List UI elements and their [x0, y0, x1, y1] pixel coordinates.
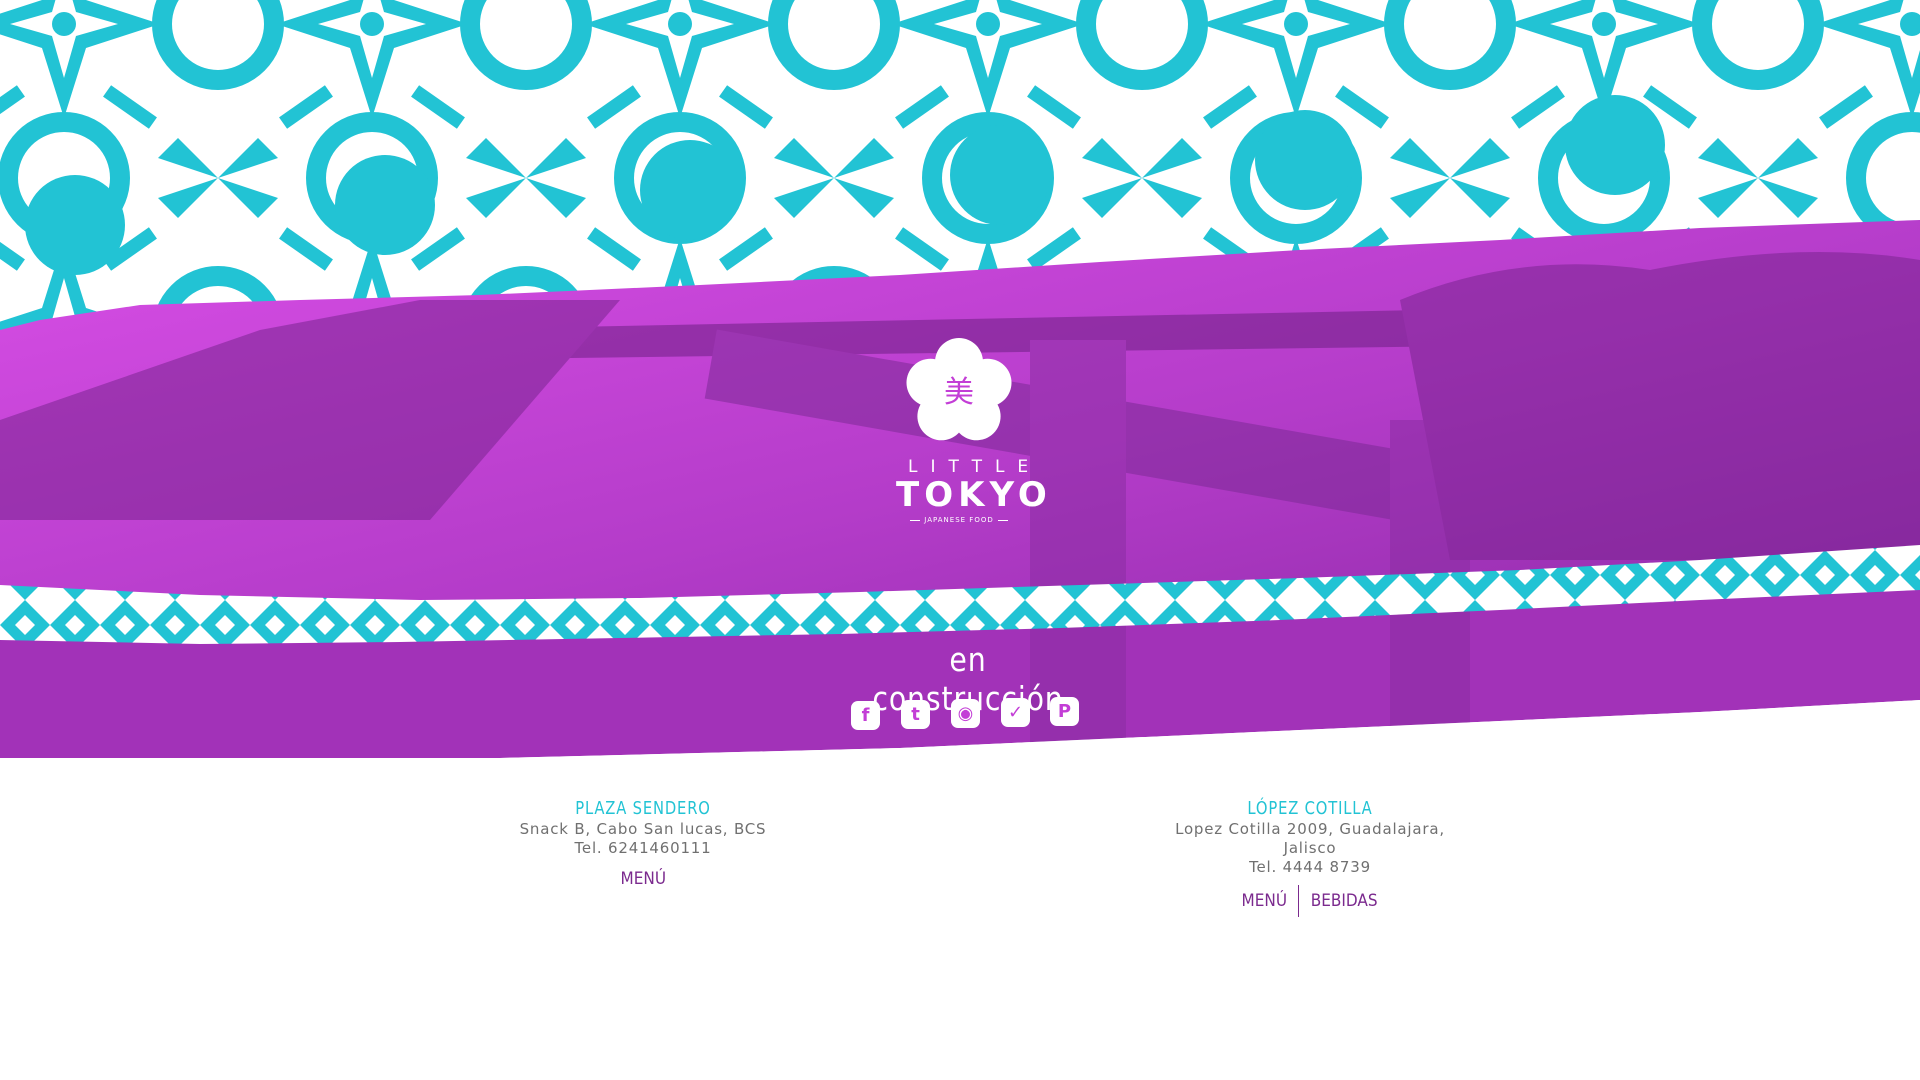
- page: 美 LITTLE TOKYO JAPANESE FOOD en construc…: [0, 0, 1920, 1080]
- facebook-icon[interactable]: f: [851, 701, 880, 730]
- location-title: PLAZA SENDERO: [575, 798, 711, 819]
- location-plaza-sendero: PLAZA SENDERO Snack B, Cabo San lucas, B…: [483, 798, 803, 889]
- twitter-icon[interactable]: t: [901, 700, 930, 729]
- menu-link[interactable]: MENÚ: [1242, 891, 1288, 911]
- drinks-link[interactable]: BEBIDAS: [1310, 891, 1377, 911]
- location-title: LÓPEZ COTILLA: [1247, 798, 1373, 819]
- location-links: MENÚ BEBIDAS: [1150, 885, 1470, 917]
- location-lopez-cotilla: LÓPEZ COTILLA Lopez Cotilla 2009, Guadal…: [1150, 798, 1470, 917]
- background-art: [0, 0, 1920, 1080]
- logo-tagline-text: JAPANESE FOOD: [924, 516, 994, 524]
- social-links: f t ◉ ✓ P: [851, 697, 1081, 733]
- link-divider: [1297, 885, 1299, 917]
- location-address: Snack B, Cabo San lucas, BCS: [519, 820, 767, 838]
- logo-line-little: LITTLE: [908, 457, 1042, 477]
- brand-logo[interactable]: 美 LITTLE TOKYO JAPANESE FOOD: [896, 330, 1052, 540]
- foursquare-icon[interactable]: ✓: [1001, 698, 1030, 727]
- svg-text:美: 美: [944, 375, 974, 410]
- pinterest-icon[interactable]: P: [1050, 697, 1079, 726]
- sakura-logo-icon: 美: [906, 338, 1012, 441]
- logo-tagline: JAPANESE FOOD: [896, 514, 1022, 526]
- logo-line-tokyo: TOKYO: [896, 475, 1052, 515]
- logo-rule-left: [910, 519, 921, 521]
- location-phone: Tel. 4444 8739: [1249, 858, 1371, 876]
- instagram-icon[interactable]: ◉: [951, 699, 980, 728]
- location-address: Lopez Cotilla 2009, Guadalajara, Jalisco: [1175, 820, 1445, 857]
- logo-rule-right: [997, 519, 1008, 521]
- location-links: MENÚ: [483, 869, 803, 889]
- menu-link[interactable]: MENÚ: [620, 869, 666, 889]
- location-phone: Tel. 6241460111: [574, 839, 712, 857]
